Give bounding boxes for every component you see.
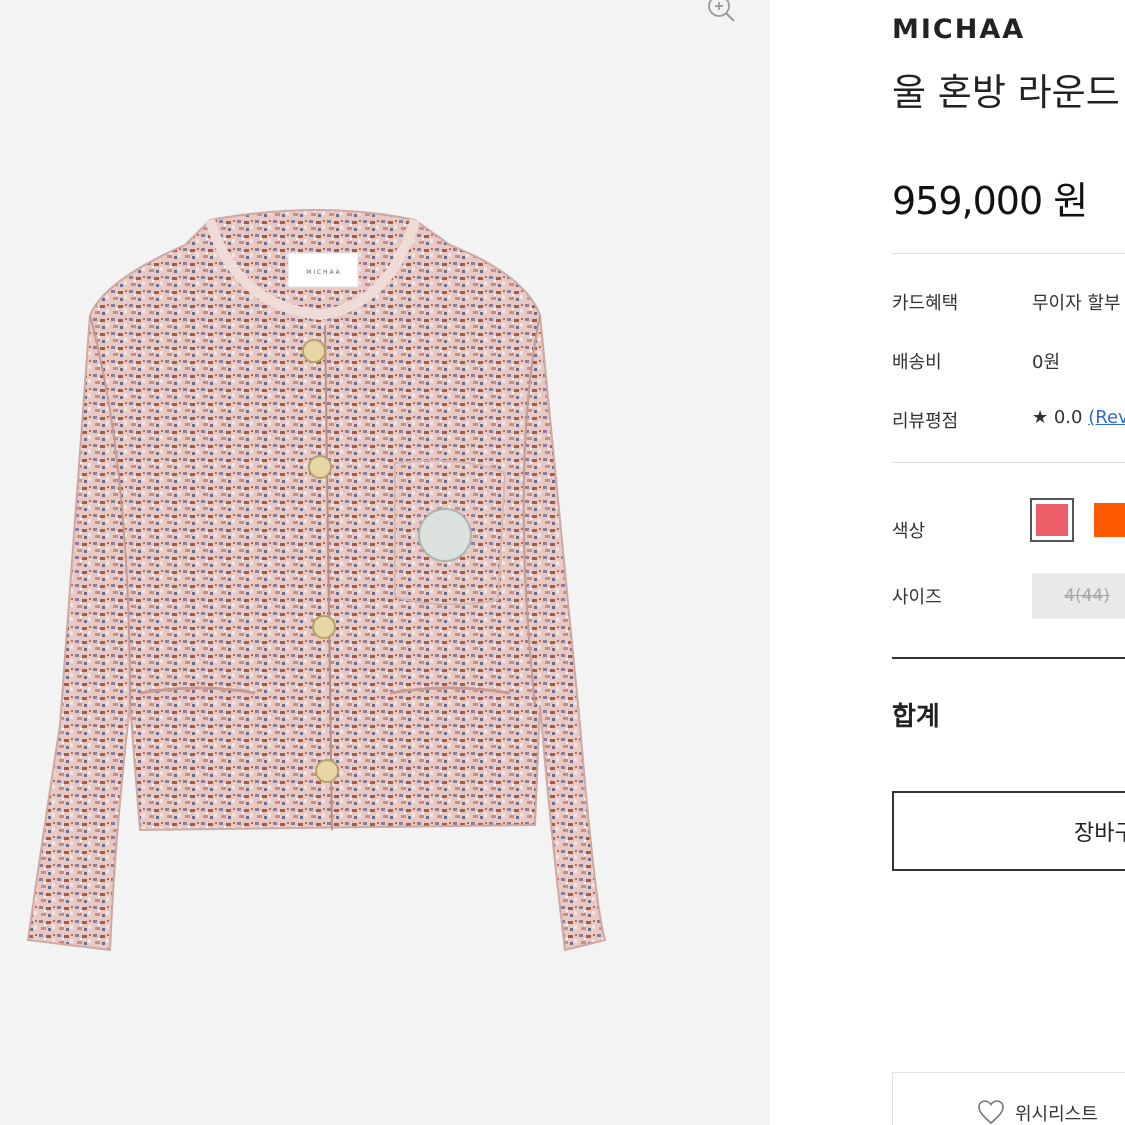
total-label: 합계 bbox=[892, 702, 940, 732]
shipping-fee-value: 0원 bbox=[1032, 352, 1061, 373]
product-title: 울 혼방 라운드 bbox=[892, 71, 1120, 114]
product-info-panel: MICHAA 울 혼방 라운드 959,000 원 카드혜택 무이자 할부 배송… bbox=[892, 0, 1125, 1125]
card-benefit-value: 무이자 할부 bbox=[1032, 293, 1121, 314]
color-label: 색상 bbox=[892, 521, 926, 542]
product-image[interactable]: M I C H A A bbox=[20, 205, 620, 965]
review-rating-label: 리뷰평점 bbox=[892, 411, 959, 432]
wishlist-button[interactable]: 위시리스트 bbox=[892, 1072, 1125, 1125]
color-swatch-orange[interactable] bbox=[1089, 498, 1125, 542]
shipping-fee-label: 배송비 bbox=[892, 352, 942, 373]
zoom-in-icon[interactable] bbox=[704, 0, 738, 28]
product-price: 959,000 원 bbox=[892, 179, 1088, 223]
review-link[interactable]: (Rev bbox=[1088, 407, 1125, 428]
label-text: M I C H A A bbox=[306, 269, 340, 276]
product-gallery: M I C H A A bbox=[0, 0, 770, 1125]
color-swatch-pink[interactable] bbox=[1030, 498, 1074, 542]
divider bbox=[892, 253, 1125, 254]
size-option-44[interactable]: 4(44) bbox=[1032, 573, 1125, 619]
heart-icon bbox=[978, 1100, 1004, 1125]
swatch-fill bbox=[1094, 503, 1125, 537]
add-to-cart-button[interactable]: 장바구 bbox=[892, 791, 1125, 871]
divider bbox=[892, 657, 1125, 659]
divider bbox=[892, 462, 1125, 463]
rating-value: ★ 0.0 bbox=[1032, 407, 1083, 428]
review-rating-value: ★ 0.0 (Rev bbox=[1032, 407, 1125, 428]
card-benefit-label: 카드혜택 bbox=[892, 293, 959, 314]
brand-name[interactable]: MICHAA bbox=[892, 14, 1025, 45]
size-label: 사이즈 bbox=[892, 587, 942, 608]
swatch-fill bbox=[1036, 504, 1068, 536]
wishlist-label: 위시리스트 bbox=[1015, 1104, 1098, 1125]
